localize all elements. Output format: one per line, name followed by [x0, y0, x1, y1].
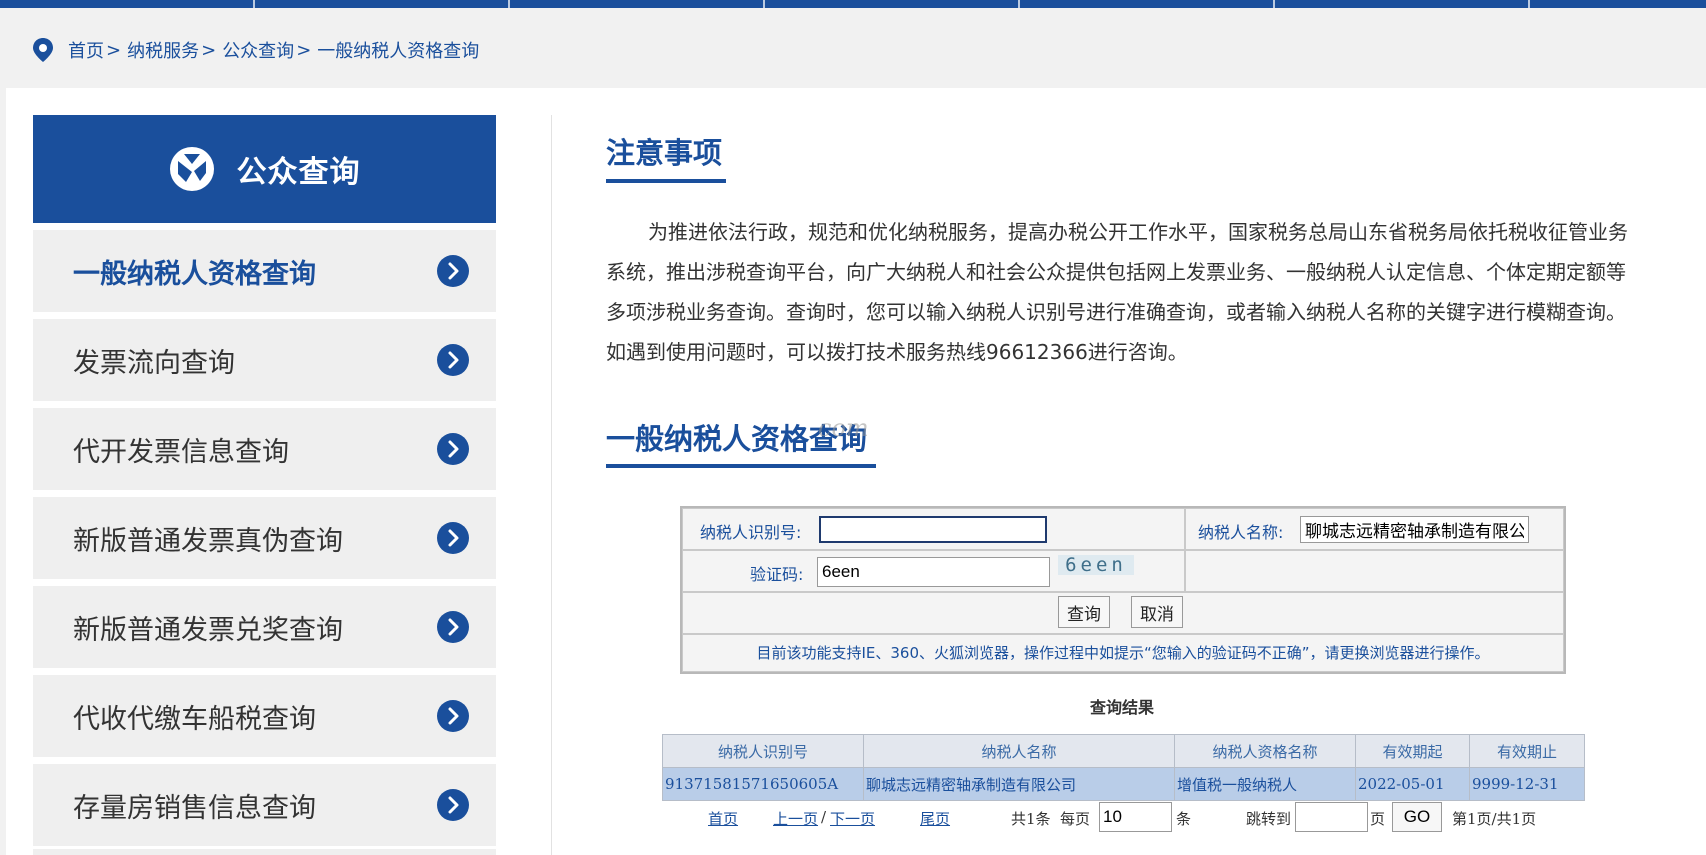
table-cell: 9999-12-31 [1469, 767, 1585, 801]
cancel-button[interactable]: 取消 [1131, 596, 1183, 628]
column-header: 纳税人识别号 [662, 734, 864, 768]
sidebar-item-label: 代开发票信息查询 [73, 436, 289, 468]
pagination: 首页 上一页 / 下一页 尾页 共1条 每页 条 跳转到 页 GO 第1页/共1… [0, 802, 1706, 832]
sidebar-item-invoice-flow-query[interactable]: 发票流向查询 [33, 319, 496, 401]
sidebar-header: 公众查询 [33, 115, 496, 223]
content-divider [551, 115, 552, 855]
column-header: 纳税人资格名称 [1174, 734, 1356, 768]
nav-separator [1018, 0, 1020, 8]
results-caption: 查询结果 [1090, 698, 1155, 717]
watermark: com [818, 414, 869, 442]
sidebar-item-label: 新版普通发票真伪查询 [73, 525, 343, 557]
nav-separator [1528, 0, 1530, 8]
total-count: 共1条 [1011, 810, 1051, 828]
last-page-link[interactable]: 尾页 [920, 808, 950, 829]
sidebar-item-label: 新版普通发票兑奖查询 [73, 614, 343, 646]
per-page-unit: 条 [1176, 810, 1192, 828]
chevron-right-icon [437, 255, 469, 287]
column-header: 纳税人名称 [863, 734, 1175, 768]
chevron-right-icon [437, 522, 469, 554]
breadcrumb: 首页 > 纳税服务 > 公众查询 > 一般纳税人资格查询 [32, 36, 479, 64]
notice-title: 注意事项 [606, 136, 723, 170]
jump-page-input[interactable] [1295, 802, 1368, 832]
breadcrumb-separator: > [296, 39, 312, 61]
notice-title-underline [606, 179, 726, 183]
taxpayer-id-input[interactable] [819, 516, 1047, 543]
top-nav-bar [0, 0, 1706, 8]
captcha-label: 验证码: [750, 565, 804, 584]
sidebar-item-agent-invoice-query[interactable]: 代开发票信息查询 [33, 408, 496, 490]
table-header-row: 纳税人识别号 纳税人名称 纳税人资格名称 有效期起 有效期止 [662, 734, 1585, 768]
sidebar-item-general-taxpayer-query[interactable]: 一般纳税人资格查询 [33, 230, 496, 312]
table-cell: 2022-05-01 [1355, 767, 1470, 801]
first-page-link[interactable]: 首页 [708, 808, 738, 829]
table-row[interactable]: 91371581571650605A 聊城志远精密轴承制造有限公司 增值税一般纳… [662, 767, 1585, 801]
next-page-link[interactable]: 下一页 [830, 808, 875, 829]
taxpayer-name-label: 纳税人名称: [1198, 523, 1284, 542]
go-button[interactable]: GO [1392, 802, 1442, 832]
per-page-label: 每页 [1060, 810, 1091, 828]
column-header: 有效期起 [1355, 734, 1470, 768]
results-table: 纳税人识别号 纳税人名称 纳税人资格名称 有效期起 有效期止 913715815… [662, 734, 1585, 801]
prev-page-link[interactable]: 上一页 [773, 808, 818, 829]
search-button[interactable]: 查询 [1058, 596, 1110, 628]
captcha-image[interactable]: 6een [1058, 554, 1134, 576]
table-cell: 聊城志远精密轴承制造有限公司 [863, 767, 1175, 801]
public-query-logo-icon [169, 147, 214, 191]
taxpayer-id-label: 纳税人识别号: [700, 523, 802, 542]
notice-text: 为推进依法行政，规范和优化纳税服务，提高办税公开工作水平，国家税务总局山东省税务… [606, 220, 1628, 364]
sidebar-item-invoice-prize-query[interactable]: 新版普通发票兑奖查询 [33, 586, 496, 668]
chevron-right-icon [437, 344, 469, 376]
breadcrumb-separator: > [201, 39, 217, 61]
breadcrumb-separator: > [106, 39, 122, 61]
query-title-underline [606, 464, 876, 468]
sidebar-title: 公众查询 [236, 155, 361, 190]
breadcrumb-public-query[interactable]: 公众查询 [222, 37, 294, 63]
page-unit: 页 [1370, 810, 1386, 828]
chevron-right-icon [437, 433, 469, 465]
nav-separator [1273, 0, 1275, 8]
table-cell: 增值税一般纳税人 [1174, 767, 1356, 801]
nav-separator [253, 0, 255, 8]
empty-cell [1185, 550, 1564, 592]
sidebar-item-label: 一般纳税人资格查询 [73, 258, 316, 290]
nav-separator [508, 0, 510, 8]
chevron-right-icon [437, 611, 469, 643]
page-status: 第1页/共1页 [1452, 810, 1537, 828]
location-pin-icon [33, 38, 53, 62]
taxpayer-name-input[interactable] [1300, 516, 1529, 543]
column-header: 有效期止 [1469, 734, 1585, 768]
sidebar-item-partial [33, 849, 496, 855]
sidebar-item-label: 发票流向查询 [73, 347, 235, 379]
captcha-input[interactable] [817, 557, 1050, 587]
query-form: 纳税人识别号: 纳税人名称: 验证码: 6een 查询 取消 目前该功能支持IE… [680, 506, 1566, 674]
breadcrumb-tax-service[interactable]: 纳税服务 [127, 37, 199, 63]
button-row [682, 592, 1564, 634]
per-page-input[interactable] [1099, 802, 1172, 832]
breadcrumb-home[interactable]: 首页 [68, 37, 104, 63]
browser-hint: 目前该功能支持IE、360、火狐浏览器，操作过程中如提示“您输入的验证码不正确”… [756, 644, 1490, 662]
table-cell: 91371581571650605A [662, 767, 864, 801]
nav-separator [763, 0, 765, 8]
jump-label: 跳转到 [1246, 810, 1292, 828]
sidebar-item-invoice-authenticity-query[interactable]: 新版普通发票真伪查询 [33, 497, 496, 579]
breadcrumb-current: 一般纳税人资格查询 [317, 41, 480, 62]
pager-slash: / [821, 808, 827, 826]
